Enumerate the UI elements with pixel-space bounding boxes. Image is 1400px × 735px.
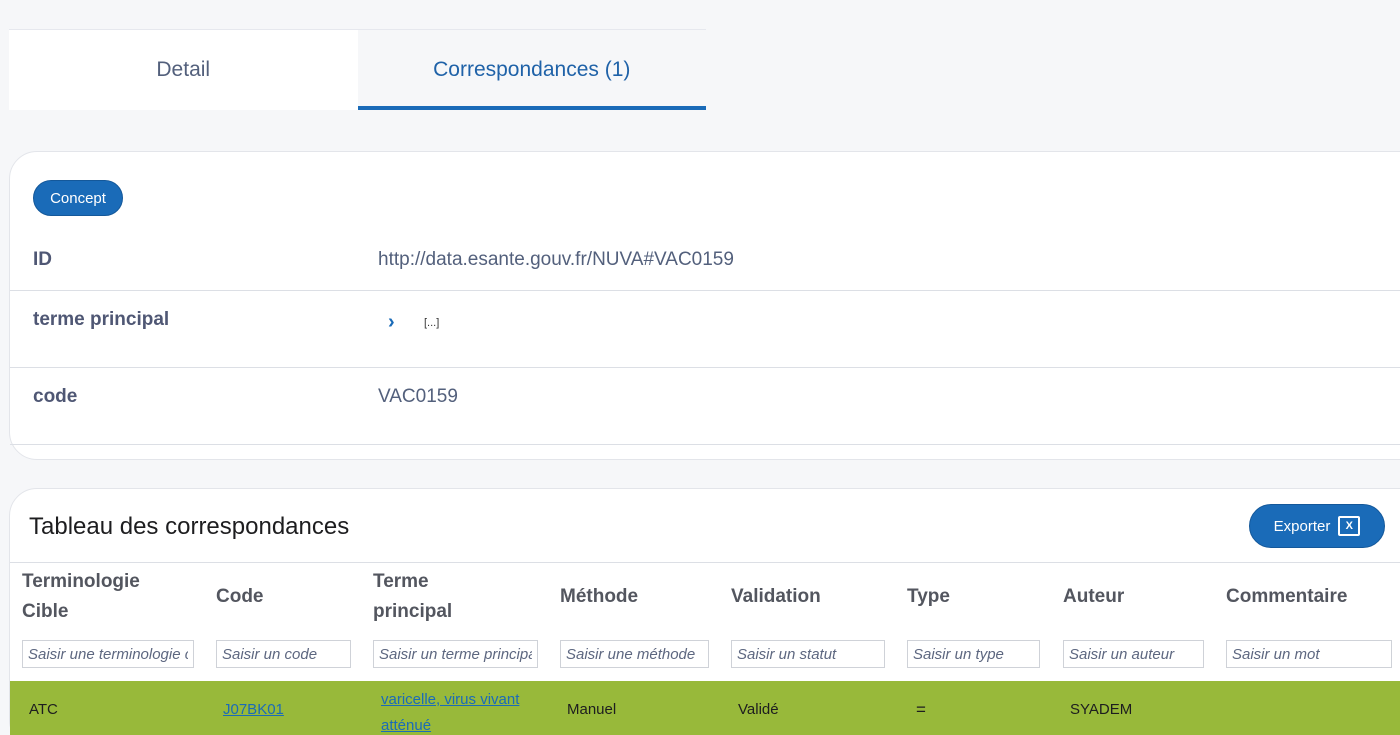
filter-commentaire-input[interactable] [1226,640,1392,668]
excel-icon: X [1338,516,1361,536]
property-value: VAC0159 [378,386,458,407]
column-header-code[interactable]: Code [216,582,264,612]
chevron-right-icon[interactable]: › [388,311,395,334]
column-header-auteur[interactable]: Auteur [1063,582,1124,612]
export-label: Exporter [1273,517,1331,535]
property-row-code: code VAC0159 [10,368,1400,445]
export-button[interactable]: Exporter X [1249,504,1385,548]
column-header-commentaire[interactable]: Commentaire [1226,582,1347,612]
tab-bar: Detail Correspondances (1) [9,29,706,110]
cell-terme-link[interactable]: varicelle, virus vivant atténué [381,687,519,735]
column-header-type[interactable]: Type [907,582,950,612]
filter-methode-input[interactable] [560,640,709,668]
filter-code-input[interactable] [216,640,351,668]
table-row[interactable]: ATC J07BK01 varicelle, virus vivant atté… [10,681,1400,735]
cell-terminologie: ATC [29,701,58,718]
property-value: http://data.esante.gouv.fr/NUVA#VAC0159 [378,249,734,270]
cell-methode: Manuel [567,701,617,718]
property-row-terme-principal: terme principal › [...] [10,291,1400,368]
table-title: Tableau des correspondances [29,513,350,540]
cell-auteur: SYADEM [1070,701,1133,718]
column-header-terminologie[interactable]: Terminologie Cible [22,567,140,627]
property-label: code [33,386,78,407]
column-header-methode[interactable]: Méthode [560,582,638,612]
filter-auteur-input[interactable] [1063,640,1204,668]
cell-code-link[interactable]: J07BK01 [223,701,284,718]
tab-detail[interactable]: Detail [9,30,358,110]
filter-terminologie-input[interactable] [22,640,194,668]
column-header-terme-principal[interactable]: Terme principal [373,567,452,627]
property-row-id: ID http://data.esante.gouv.fr/NUVA#VAC01… [10,235,1400,291]
property-label: terme principal [33,309,170,330]
correspondances-table-card: Tableau des correspondances Exporter X T… [9,488,1400,735]
divider [10,562,1400,563]
column-header-validation[interactable]: Validation [731,582,821,612]
filter-terme-input[interactable] [373,640,538,668]
concept-chip: Concept [33,180,123,216]
property-value: [...] [424,317,440,329]
cell-type: = [916,700,926,719]
cell-validation: Validé [738,701,779,718]
concept-card: Concept ID http://data.esante.gouv.fr/NU… [9,151,1400,460]
filter-type-input[interactable] [907,640,1040,668]
property-label: ID [33,249,52,270]
tab-correspondances[interactable]: Correspondances (1) [357,30,706,110]
filter-validation-input[interactable] [731,640,885,668]
